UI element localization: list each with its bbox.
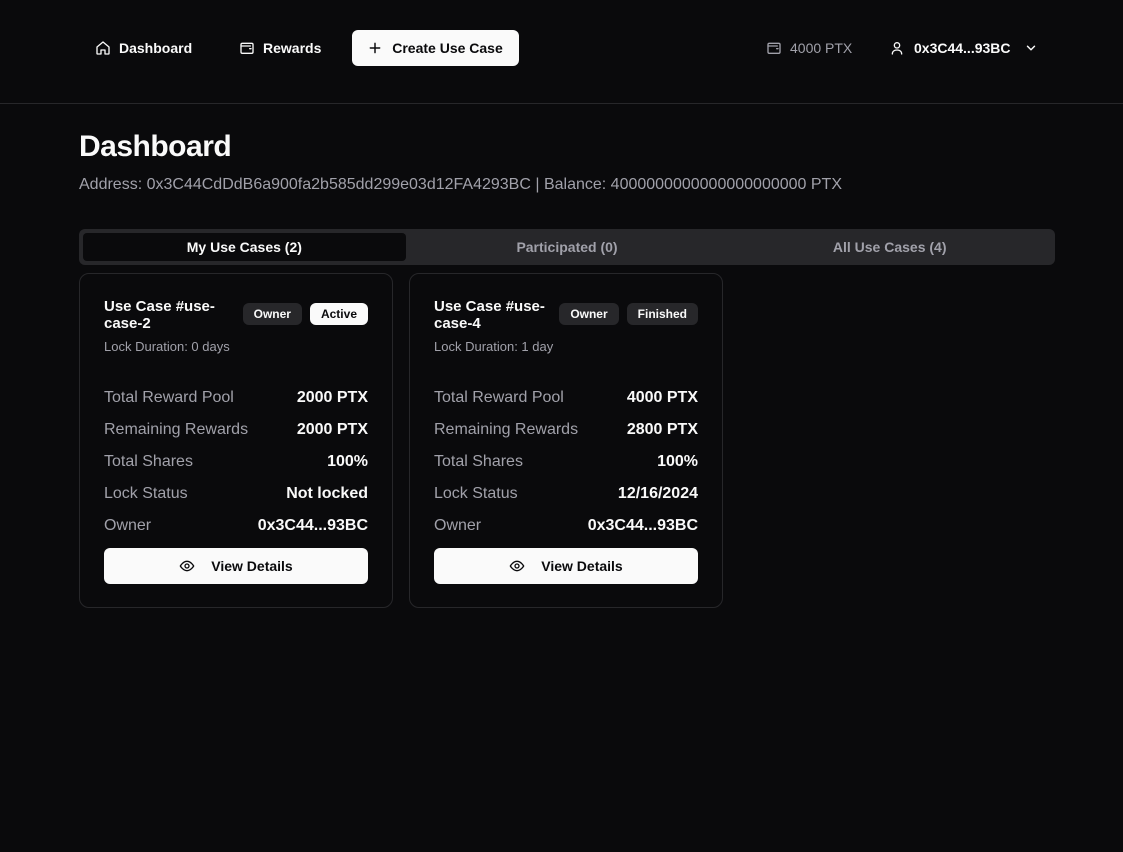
- token-balance-value: 4000 PTX: [790, 40, 853, 56]
- row-label: Remaining Rewards: [104, 421, 249, 438]
- home-icon: [96, 41, 110, 55]
- nav-dashboard-label: Dashboard: [119, 40, 193, 56]
- plus-icon: [369, 42, 381, 54]
- user-icon: [891, 42, 903, 55]
- row-value: 100%: [657, 453, 698, 470]
- owner-row: Owner 0x3C44...93BC: [104, 510, 368, 542]
- row-value: 0x3C44...93BC: [257, 517, 368, 534]
- row-label: Lock Status: [104, 485, 188, 502]
- create-use-case-button[interactable]: Create Use Case: [352, 30, 519, 66]
- row-value: Not locked: [286, 485, 368, 502]
- lock-status-row: Lock Status 12/16/2024: [434, 478, 698, 510]
- tab-all-use-cases[interactable]: All Use Cases (4): [728, 233, 1051, 261]
- status-badge: Finished: [626, 303, 698, 325]
- lock-duration: Lock Duration: 1 day: [434, 339, 554, 354]
- row-label: Total Reward Pool: [104, 389, 234, 406]
- view-details-button[interactable]: View Details: [104, 548, 368, 584]
- lock-status-row: Lock Status Not locked: [104, 478, 368, 510]
- owner-badge: Owner: [242, 303, 302, 325]
- remaining-rewards-row: Remaining Rewards 2000 PTX: [104, 414, 368, 446]
- row-value: 4000 PTX: [626, 389, 698, 406]
- view-details-label: View Details: [541, 558, 623, 574]
- use-case-card: Use Case #use-case-2 Owner Active Lock D…: [79, 273, 393, 608]
- tab-participated[interactable]: Participated (0): [406, 233, 729, 261]
- card-details: Total Reward Pool 2000 PTX Remaining Rewa…: [104, 382, 368, 542]
- use-case-title: Use Case #use-case-4: [434, 298, 545, 332]
- badge-group: Owner Finished: [559, 303, 698, 325]
- row-label: Owner: [434, 517, 482, 534]
- row-value: 0x3C44...93BC: [587, 517, 698, 534]
- nav-dashboard-link[interactable]: Dashboard: [95, 30, 192, 66]
- eye-icon: [509, 560, 525, 572]
- eye-icon: [179, 560, 195, 572]
- total-reward-pool-row: Total Reward Pool 4000 PTX: [434, 382, 698, 414]
- account-address: 0x3C44...93BC: [914, 40, 1011, 56]
- total-shares-row: Total Shares 100%: [434, 446, 698, 478]
- top-navigation: Dashboard Rewards Create Use Case 4000 P…: [0, 0, 1123, 104]
- row-label: Total Shares: [104, 453, 193, 470]
- page-title: Dashboard: [79, 130, 232, 163]
- total-shares-row: Total Shares 100%: [104, 446, 368, 478]
- nav-rewards-link[interactable]: Rewards: [239, 30, 321, 66]
- owner-row: Owner 0x3C44...93BC: [434, 510, 698, 542]
- row-value: 100%: [327, 453, 368, 470]
- row-value: 2800 PTX: [626, 421, 698, 438]
- token-balance: 4000 PTX: [766, 30, 852, 66]
- lock-duration: Lock Duration: 0 days: [104, 339, 230, 354]
- account-menu-button[interactable]: 0x3C44...93BC: [889, 30, 1038, 66]
- status-badge: Active: [309, 303, 368, 325]
- row-value: 12/16/2024: [617, 485, 698, 502]
- row-value: 2000 PTX: [296, 421, 368, 438]
- wallet-icon: [767, 42, 781, 54]
- card-details: Total Reward Pool 4000 PTX Remaining Rewa…: [434, 382, 698, 542]
- tab-my-use-cases[interactable]: My Use Cases (2): [83, 233, 406, 261]
- badge-group: Owner Active: [242, 303, 368, 325]
- wallet-icon: [240, 42, 254, 54]
- view-details-button[interactable]: View Details: [434, 548, 698, 584]
- owner-badge: Owner: [559, 303, 619, 325]
- row-label: Remaining Rewards: [434, 421, 579, 438]
- nav-rewards-label: Rewards: [263, 40, 322, 56]
- use-case-card: Use Case #use-case-4 Owner Finished Lock…: [409, 273, 723, 608]
- use-case-title: Use Case #use-case-2: [104, 298, 215, 332]
- row-label: Lock Status: [434, 485, 518, 502]
- total-reward-pool-row: Total Reward Pool 2000 PTX: [104, 382, 368, 414]
- create-use-case-label: Create Use Case: [392, 40, 503, 56]
- row-label: Total Shares: [434, 453, 523, 470]
- row-value: 2000 PTX: [296, 389, 368, 406]
- row-label: Owner: [104, 517, 152, 534]
- account-summary: Address: 0x3C44CdDdB6a900fa2b585dd299e03…: [79, 176, 842, 193]
- row-label: Total Reward Pool: [434, 389, 564, 406]
- use-case-tabs: My Use Cases (2) Participated (0) All Us…: [79, 229, 1055, 265]
- remaining-rewards-row: Remaining Rewards 2800 PTX: [434, 414, 698, 446]
- view-details-label: View Details: [211, 558, 293, 574]
- chevron-down-icon: [1026, 45, 1035, 51]
